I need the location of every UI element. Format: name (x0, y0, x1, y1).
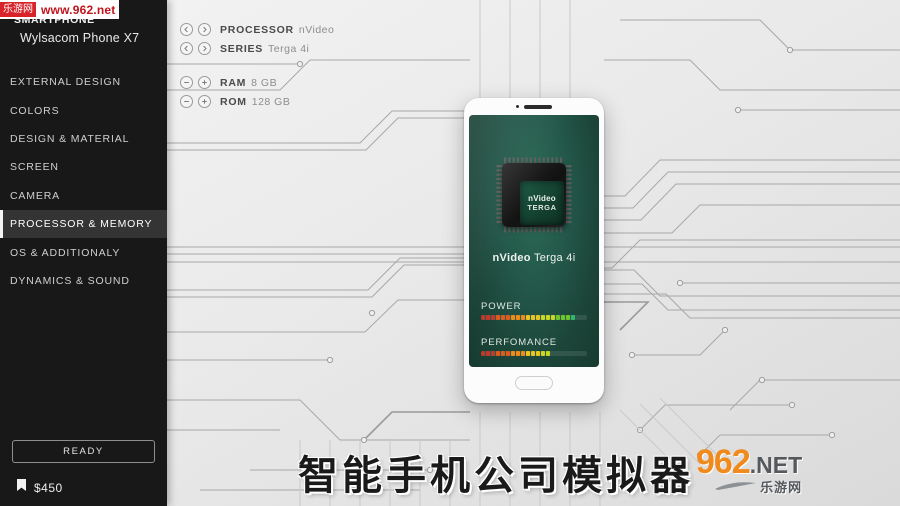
spec-value: 8 GB (251, 76, 278, 89)
logo-net: .NET (749, 452, 803, 478)
sidebar-item-screen[interactable]: SCREEN (0, 153, 167, 181)
watermark-badge: 乐游网 (0, 2, 36, 17)
sidebar-item-design-material[interactable]: DESIGN & MATERIAL (0, 125, 167, 153)
meter-fill (481, 351, 550, 356)
spec-controls (180, 42, 211, 55)
spec-controls (180, 76, 211, 89)
spec-row-rom: ROM 128 GB (180, 92, 334, 111)
sidebar-item-dynamics-sound[interactable]: DYNAMICS & SOUND (0, 267, 167, 295)
sidebar-item-label: PROCESSOR & MEMORY (10, 218, 153, 231)
processor-chip-icon: nVideo TERGA (494, 155, 574, 235)
device-name: Wylsacom Phone X7 (20, 31, 140, 45)
meter-label-perfomance: PERFOMANCE (481, 337, 558, 348)
sidebar-item-colors[interactable]: COLORS (0, 96, 167, 124)
phone-bottom-bezel (464, 367, 604, 403)
sidebar-item-label: SCREEN (10, 161, 59, 174)
sidebar-item-camera[interactable]: CAMERA (0, 182, 167, 210)
chip-body: nVideo TERGA (502, 163, 566, 227)
chip-pins-icon (496, 157, 572, 233)
sidebar-item-external-design[interactable]: EXTERNAL DESIGN (0, 68, 167, 96)
chip-name-model: Terga 4i (530, 252, 576, 264)
watermark-bottom: 智能手机公司模拟器 962 .NET 乐游网 (298, 445, 802, 498)
spec-label: SERIES (220, 42, 264, 55)
sidebar-item-label: DESIGN & MATERIAL (10, 132, 130, 145)
spec-label: ROM (220, 95, 247, 108)
chevron-right-icon[interactable] (198, 23, 211, 36)
sidebar-menu: EXTERNAL DESIGN COLORS DESIGN & MATERIAL SC… (0, 68, 167, 295)
sidebar-item-label: CAMERA (10, 189, 61, 202)
phone-top-bezel (464, 98, 604, 115)
spec-row-series: SERIES Terga 4i (180, 39, 334, 58)
earpiece-speaker-icon (524, 105, 552, 109)
spec-value: Terga 4i (268, 42, 310, 55)
spec-value: nVideo (298, 23, 335, 36)
spec-controls (180, 23, 211, 36)
plus-icon[interactable] (198, 76, 211, 89)
spec-row-processor: PROCESSOR nVideo (180, 20, 334, 39)
sidebar-item-label: EXTERNAL DESIGN (10, 76, 121, 89)
chevron-left-icon[interactable] (180, 42, 193, 55)
chip-brand-text: nVideo (528, 194, 556, 203)
spec-controls (180, 95, 211, 108)
chevron-left-icon[interactable] (180, 23, 193, 36)
spec-label: RAM (220, 76, 247, 89)
spec-list: PROCESSOR nVideo SERIES Terga 4i RAM 8 GB ROM 1… (180, 20, 334, 111)
front-camera-icon (516, 105, 520, 109)
watermark-top: 乐游网 www.962.net (0, 0, 120, 19)
spec-label: PROCESSOR (220, 23, 294, 36)
logo-number: 962 (696, 443, 751, 481)
logo-swoosh-icon (715, 482, 757, 490)
plus-icon[interactable] (198, 95, 211, 108)
price-row: $450 (12, 479, 155, 497)
chip-full-name: nVideo Terga 4i (469, 252, 599, 264)
minus-icon[interactable] (180, 95, 193, 108)
sidebar-item-label: OS & ADDITIONALY (10, 246, 121, 259)
sidebar-item-label: DYNAMICS & SOUND (10, 274, 130, 287)
meter-bar-power (481, 315, 587, 320)
home-button[interactable] (515, 376, 553, 390)
meter-fill (481, 315, 575, 320)
meters: POWER PERFOMANCE (481, 301, 587, 367)
chevron-right-icon[interactable] (198, 42, 211, 55)
phone-screen: nVideo TERGA nVideo Terga 4i POWER PERFOM… (469, 115, 599, 367)
sidebar-item-label: COLORS (10, 104, 60, 117)
spec-value: 128 GB (251, 95, 291, 108)
price-tag-icon (16, 479, 27, 497)
sidebar-item-os-additionaly[interactable]: OS & ADDITIONALY (0, 238, 167, 266)
meter-label-power: POWER (481, 301, 522, 312)
price-value: $450 (34, 481, 63, 495)
watermark-url: www.962.net (41, 2, 116, 17)
sidebar: SMARTPHONE Wylsacom Phone X7 EXTERNAL DE… (0, 0, 167, 506)
sidebar-item-processor-memory[interactable]: PROCESSOR & MEMORY (0, 209, 167, 239)
ready-button[interactable]: READY (12, 440, 155, 463)
meter-bar-perfomance (481, 351, 587, 356)
chip-name-brand: nVideo (492, 252, 531, 264)
watermark-logo-962: 962 .NET 乐游网 (696, 445, 802, 496)
spec-row-ram: RAM 8 GB (180, 73, 334, 92)
minus-icon[interactable] (180, 76, 193, 89)
game-screen: SMARTPHONE Wylsacom Phone X7 EXTERNAL DE… (0, 0, 900, 506)
chip-series-text: TERGA (527, 203, 557, 212)
logo-cn: 乐游网 (760, 481, 803, 496)
watermark-title-cn: 智能手机公司模拟器 (298, 453, 694, 499)
sidebar-footer: READY $450 (0, 440, 167, 506)
phone-preview: nVideo TERGA nVideo Terga 4i POWER PERFOM… (464, 98, 604, 403)
chip-core: nVideo TERGA (520, 181, 564, 225)
